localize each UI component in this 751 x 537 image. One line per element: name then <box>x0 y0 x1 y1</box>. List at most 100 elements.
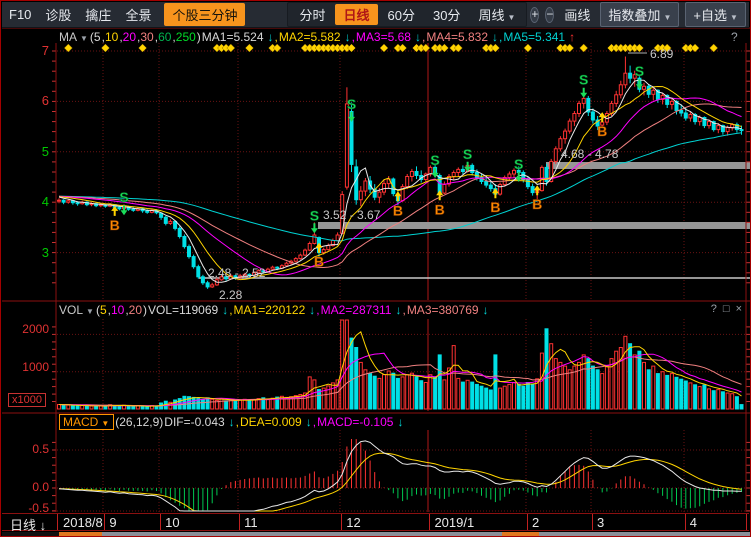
help-icon[interactable]: ? <box>731 30 738 44</box>
candlesticks <box>58 57 744 289</box>
ma-lines <box>59 80 742 282</box>
down-arrow-icon: ↓ <box>415 30 421 44</box>
down-arrow-icon: ↓ <box>268 30 274 44</box>
time-axis: 日线 ↓ 2018/891011122019/1234 <box>2 513 749 531</box>
svg-text:B: B <box>490 199 500 215</box>
toolbar-item-banker[interactable]: 擒庄 <box>85 5 111 24</box>
date-label: 12 <box>346 515 360 530</box>
ma-indicator-selector[interactable]: MA▼ <box>59 30 89 44</box>
axis-label: 6 <box>3 93 49 108</box>
axis-label: 0.5 <box>3 442 49 456</box>
up-arrow-icon: ↑ <box>569 30 575 44</box>
svg-text:S: S <box>430 152 439 168</box>
period-tabstrip: 分时 日线 60分 30分 周线▼ <box>287 2 527 27</box>
draw-line-button[interactable]: 画线 <box>564 5 590 24</box>
axis-ticks <box>52 51 750 511</box>
toolbar-item-f10[interactable]: F10 <box>9 7 31 22</box>
zoom-out-button[interactable]: − <box>545 7 554 23</box>
help-icon[interactable]: ? <box>711 303 717 315</box>
down-arrow-icon: ↓ <box>483 303 489 317</box>
toolbar-item-diagnose[interactable]: 诊股 <box>45 5 71 24</box>
indicator-value: VOL=119069 <box>148 303 218 317</box>
axis-label: 3 <box>3 245 49 260</box>
volume-unit-label: x1000 <box>8 393 46 407</box>
ma-indicator-header: MA▼ (5,10,20,30,60,250) MA1=5.524↓,MA2=5… <box>59 29 576 45</box>
chevron-down-icon: ▼ <box>663 13 671 22</box>
indicator-value: MA3=5.68 <box>356 30 411 44</box>
tab-intraday[interactable]: 分时 <box>291 4 333 25</box>
date-label: 2 <box>532 515 539 530</box>
price-annotations: 6.89 4.68 - 4.78 3.52 - 3.67 2.48 - 2.52 2.2… <box>208 47 674 302</box>
svg-text:3.52 - 3.67: 3.52 - 3.67 <box>323 208 381 222</box>
toolbar-right-group: 画线 指数叠加▼ +自选▼ × <box>557 2 751 27</box>
down-arrow-icon: ↓ <box>397 415 403 429</box>
indicator-params: (5,10,20) <box>96 303 147 317</box>
down-arrow-icon: ↓ <box>222 303 228 317</box>
indicator-value: DIF=-0.043 <box>164 415 224 429</box>
svg-text:4.68 - 4.78: 4.68 - 4.78 <box>561 147 619 161</box>
maximize-icon[interactable]: □ <box>723 303 730 315</box>
macd-indicator-selector[interactable]: MACD▼ <box>59 414 114 430</box>
tab-60min[interactable]: 60分 <box>380 4 423 25</box>
date-label: 4 <box>690 515 697 530</box>
svg-text:2.48 - 2.52: 2.48 - 2.52 <box>208 266 266 280</box>
svg-text:S: S <box>347 96 356 112</box>
sell-marker: S <box>119 189 128 215</box>
chevron-down-icon: ▼ <box>730 13 738 22</box>
add-watchlist-button[interactable]: +自选▼ <box>685 2 746 27</box>
chevron-down-icon: ▼ <box>507 13 515 22</box>
svg-text:S: S <box>119 189 128 205</box>
indicator-value: MA3=380769 <box>407 303 479 317</box>
svg-text:B: B <box>110 217 120 233</box>
date-label: 2019/1 <box>434 515 474 530</box>
sell-marker: S <box>579 72 588 98</box>
tab-30min[interactable]: 30分 <box>425 4 468 25</box>
kline-chart-canvas[interactable]: BSSBSBSBSBSBSBS6.894.68 - 4.783.52 - 3.6… <box>1 1 751 537</box>
date-label: 10 <box>165 515 179 530</box>
svg-text:2.28: 2.28 <box>219 288 243 302</box>
panel-borders <box>2 28 751 512</box>
indicator-value: MA2=287311 <box>321 303 392 317</box>
date-label: 3 <box>597 515 604 530</box>
vol-indicator-selector[interactable]: VOL▼ <box>59 303 95 317</box>
index-overlay-button[interactable]: 指数叠加▼ <box>600 2 679 27</box>
axis-label: 1000 <box>3 360 49 374</box>
svg-text:B: B <box>314 254 324 270</box>
indicator-params: (26,12,9) <box>115 415 163 429</box>
indicator-params: (5,10,20,30,60,250) <box>90 30 201 44</box>
indicator-value: DEA=0.009 <box>240 415 302 429</box>
tab-daily[interactable]: 日线 <box>335 4 377 25</box>
toolbar-item-panorama[interactable]: 全景 <box>125 5 151 24</box>
axis-label: 4 <box>3 194 49 209</box>
svg-text:6.89: 6.89 <box>650 47 674 61</box>
sell-marker: S <box>310 207 319 233</box>
stock-3min-button[interactable]: 个股三分钟 <box>164 3 245 26</box>
down-arrow-icon: ↓ <box>345 30 351 44</box>
down-arrow-icon: ↓ <box>395 303 401 317</box>
date-label: 11 <box>244 515 258 530</box>
macd-indicator-header: MACD▼ (26,12,9) DIF=-0.043↓,DEA=0.009↓,M… <box>59 414 404 430</box>
svg-text:S: S <box>310 207 319 223</box>
volume-bars <box>58 320 744 409</box>
indicator-value: MA4=5.832 <box>426 30 488 44</box>
axis-label: 2000 <box>3 322 49 336</box>
indicator-value: MACD=-0.105 <box>317 415 393 429</box>
down-arrow-icon: ↓ <box>229 415 235 429</box>
svg-text:B: B <box>532 196 542 212</box>
macd-lines <box>59 441 742 511</box>
horizontal-scrollbar[interactable] <box>2 532 749 537</box>
zoom-in-button[interactable]: + <box>530 7 539 23</box>
close-icon[interactable]: × <box>736 303 742 315</box>
svg-text:B: B <box>435 201 445 217</box>
svg-text:S: S <box>635 63 644 79</box>
svg-text:B: B <box>597 123 607 139</box>
indicator-value: MA2=5.582 <box>279 30 341 44</box>
buy-marker: B <box>435 190 445 217</box>
vol-panel-icons: ? □ × <box>711 303 742 315</box>
svg-text:S: S <box>463 146 472 162</box>
axis-label: 7 <box>3 43 49 58</box>
axis-label: 0.0 <box>3 480 49 494</box>
tab-weekly[interactable]: 周线▼ <box>470 4 523 25</box>
indicator-value: MA1=220122 <box>234 303 306 317</box>
date-label: 9 <box>109 515 116 530</box>
